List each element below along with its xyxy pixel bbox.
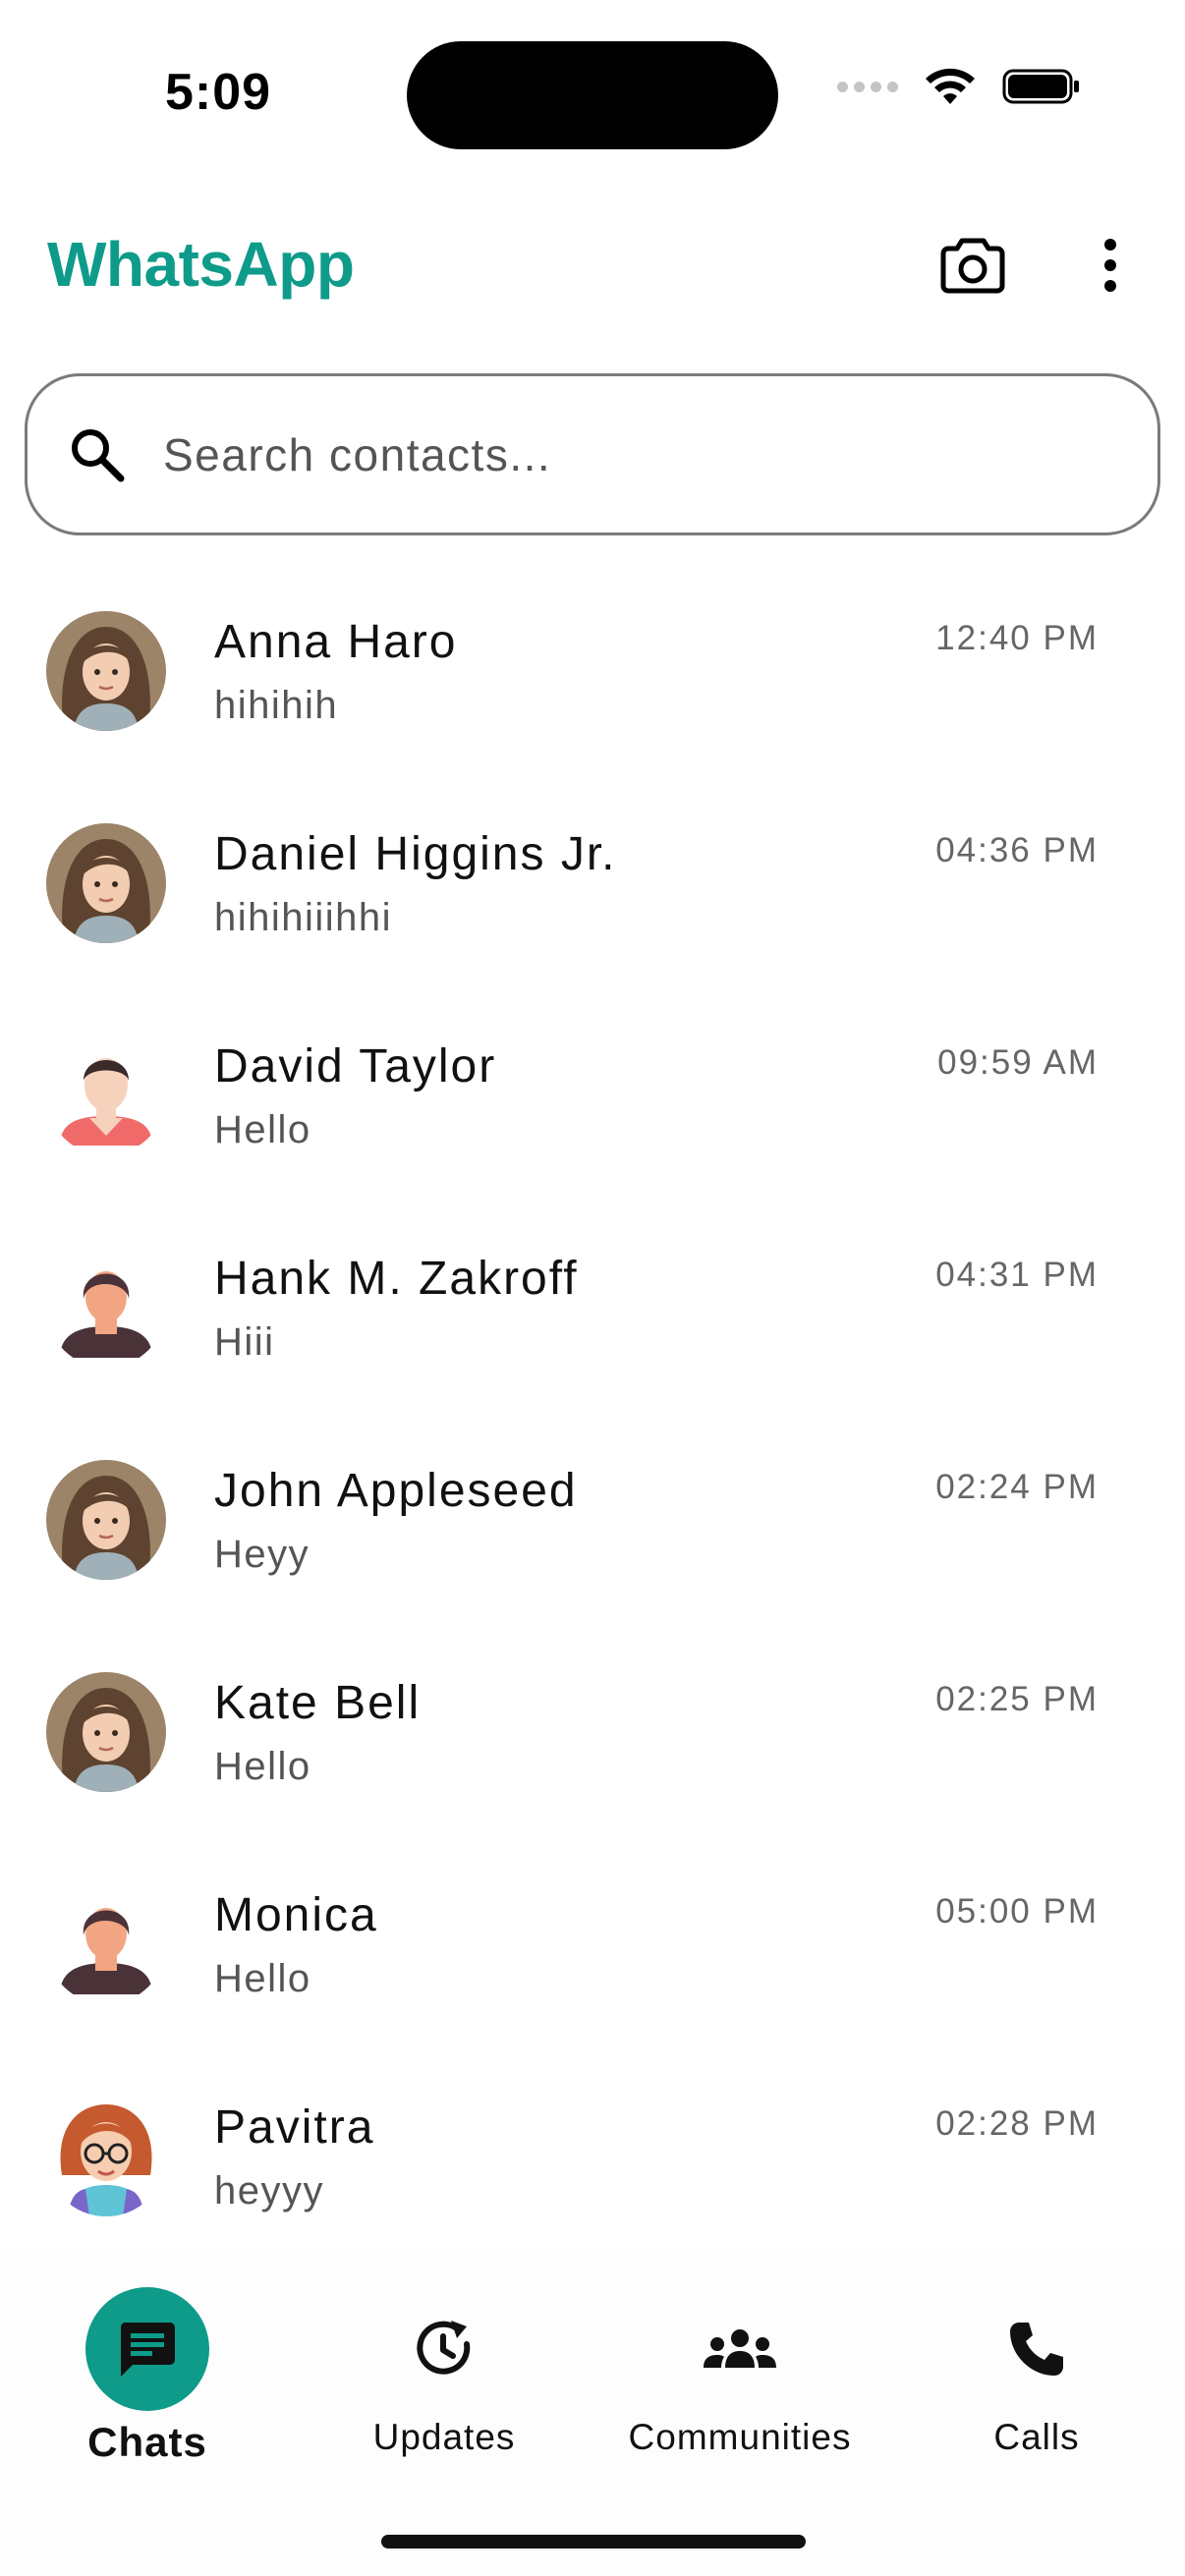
updates-icon [382, 2287, 506, 2411]
message-time: 09:59 AM [937, 1043, 1099, 1082]
nav-item-calls[interactable]: Calls [889, 2287, 1184, 2458]
dynamic-island [407, 41, 778, 149]
avatar [46, 1884, 166, 2004]
battery-icon [1002, 69, 1079, 104]
cellular-signal-icon [837, 81, 898, 92]
search-input[interactable] [161, 426, 1049, 482]
message-preview: Hello [214, 1745, 311, 1788]
nav-item-communities[interactable]: Communities [592, 2287, 887, 2458]
chat-row[interactable]: Anna Haro hihihih 12:40 PM [0, 576, 1185, 788]
chat-row[interactable]: Monica Hello 05:00 PM [0, 1849, 1185, 2061]
contact-name: Hank M. Zakroff [214, 1253, 579, 1305]
nav-label-chats: Chats [87, 2419, 207, 2465]
message-time: 02:28 PM [935, 2104, 1099, 2143]
avatar [46, 611, 166, 731]
bottom-navigation: Chats Updates Communities Calls [0, 2248, 1185, 2576]
more-options-button[interactable] [1081, 226, 1140, 305]
nav-item-chats[interactable]: Chats [0, 2287, 295, 2466]
message-time: 04:36 PM [935, 831, 1099, 869]
camera-icon [940, 238, 1005, 294]
chat-icon [85, 2287, 209, 2411]
message-time: 02:24 PM [935, 1468, 1099, 1506]
app-bar: WhatsApp [0, 196, 1185, 334]
avatar [46, 1248, 166, 1368]
chat-row[interactable]: Hank M. Zakroff Hiii 04:31 PM [0, 1212, 1185, 1425]
chat-row[interactable]: John Appleseed Heyy 02:24 PM [0, 1425, 1185, 1637]
nav-label-communities: Communities [628, 2417, 852, 2457]
contact-name: Daniel Higgins Jr. [214, 828, 617, 880]
chat-list: Anna Haro hihihih 12:40 PM Daniel Higgin… [0, 576, 1185, 2273]
message-time: 02:25 PM [935, 1680, 1099, 1718]
message-preview: hihihiiihhi [214, 896, 393, 939]
avatar [46, 2097, 166, 2216]
contact-name: John Appleseed [214, 1465, 578, 1517]
contact-name: Kate Bell [214, 1677, 422, 1729]
phone-icon [975, 2287, 1099, 2411]
contact-name: Anna Haro [214, 616, 458, 668]
home-indicator[interactable] [381, 2535, 806, 2548]
chat-row[interactable]: Daniel Higgins Jr. hihihiiihhi 04:36 PM [0, 788, 1185, 1000]
contact-name: David Taylor [214, 1040, 497, 1092]
message-preview: Hello [214, 1957, 311, 2000]
message-time: 04:31 PM [935, 1256, 1099, 1294]
chat-row[interactable]: Pavitra heyyy 02:28 PM [0, 2061, 1185, 2273]
status-time: 5:09 [165, 64, 272, 121]
message-preview: heyyy [214, 2169, 324, 2212]
communities-icon [678, 2287, 802, 2411]
status-icons [837, 67, 1081, 106]
contact-name: Pavitra [214, 2101, 375, 2154]
nav-item-updates[interactable]: Updates [297, 2287, 592, 2458]
contact-name: Monica [214, 1889, 378, 1941]
avatar [46, 823, 166, 943]
camera-button[interactable] [933, 226, 1012, 305]
message-preview: Heyy [214, 1533, 310, 1576]
message-time: 12:40 PM [935, 619, 1099, 657]
avatar [46, 1460, 166, 1580]
wifi-icon [926, 68, 975, 104]
message-preview: hihihih [214, 684, 339, 727]
app-title: WhatsApp [47, 229, 355, 300]
chat-row[interactable]: David Taylor Hello 09:59 AM [0, 1000, 1185, 1212]
avatar [46, 1036, 166, 1155]
nav-label-calls: Calls [993, 2417, 1080, 2457]
search-bar[interactable] [25, 373, 1160, 535]
avatar [46, 1672, 166, 1792]
message-preview: Hello [214, 1108, 311, 1151]
search-icon [63, 420, 132, 489]
message-preview: Hiii [214, 1320, 275, 1364]
chat-row[interactable]: Kate Bell Hello 02:25 PM [0, 1637, 1185, 1849]
more-vertical-icon [1104, 239, 1116, 292]
message-time: 05:00 PM [935, 1892, 1099, 1931]
status-bar: 5:09 [0, 0, 1185, 187]
nav-label-updates: Updates [372, 2417, 516, 2457]
